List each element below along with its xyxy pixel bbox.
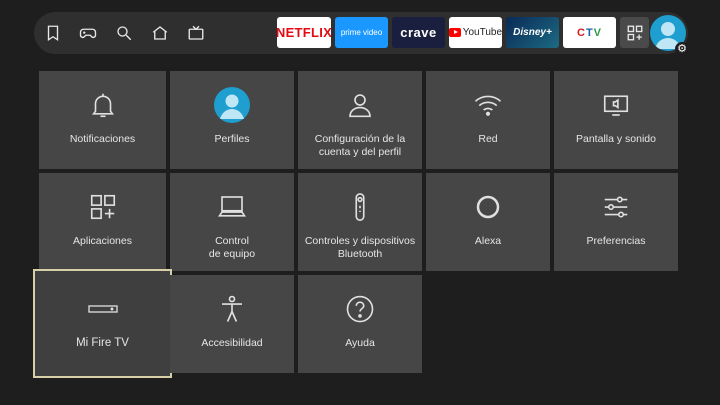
bell-icon xyxy=(39,89,166,121)
tile-notificaciones[interactable]: Notificaciones xyxy=(39,71,166,169)
remote-icon xyxy=(298,191,422,223)
accessibility-icon xyxy=(170,293,294,325)
top-navigation-bar: NETFLIX prime video crave YouTube Disney… xyxy=(34,12,689,56)
wifi-icon xyxy=(426,89,550,121)
tile-label: Pantalla y sonido xyxy=(576,133,656,145)
netflix-app-tile[interactable]: NETFLIX xyxy=(277,17,331,48)
person-icon xyxy=(298,89,422,121)
tile-label: Perfiles xyxy=(214,133,250,145)
tile-pantalla-sonido[interactable]: Pantalla y sonido xyxy=(554,71,678,169)
tile-label: Mi Fire TV xyxy=(76,337,129,349)
ctv-letter-t: T xyxy=(585,26,594,39)
crave-label: crave xyxy=(400,25,437,40)
tile-label: Aplicaciones xyxy=(73,235,132,247)
ctv-letter-c: C xyxy=(576,26,586,39)
tile-label: Control de equipo xyxy=(208,235,256,260)
netflix-label: NETFLIX xyxy=(277,25,331,40)
youtube-play-icon xyxy=(449,28,461,37)
tile-red[interactable]: Red xyxy=(426,71,550,169)
prime-video-app-tile[interactable]: prime video xyxy=(335,17,388,48)
youtube-app-tile[interactable]: YouTube xyxy=(449,17,502,48)
tile-aplicaciones[interactable]: Aplicaciones xyxy=(39,173,166,271)
ctv-letter-v: V xyxy=(593,26,603,39)
profile-icon xyxy=(170,87,294,123)
live-tv-icon[interactable] xyxy=(185,22,207,44)
tile-label: Red xyxy=(478,133,498,145)
tile-label: Ayuda xyxy=(345,337,375,349)
tile-preferencias[interactable]: Preferencias xyxy=(554,173,678,271)
alexa-icon xyxy=(426,191,550,223)
tile-label: Alexa xyxy=(474,235,502,247)
help-icon xyxy=(298,293,422,325)
prime-video-label: prime video xyxy=(340,28,383,37)
apps-grid-icon[interactable] xyxy=(620,17,649,48)
tile-label: Notificaciones xyxy=(69,133,136,145)
tile-label: Accesibilidad xyxy=(201,337,263,349)
tile-accesibilidad[interactable]: Accesibilidad xyxy=(170,275,294,373)
apps-icon xyxy=(39,191,166,223)
tile-alexa[interactable]: Alexa xyxy=(426,173,550,271)
fire-tv-device-icon xyxy=(35,293,170,325)
tile-perfiles[interactable]: Perfiles xyxy=(170,71,294,169)
tile-configuracion-cuenta[interactable]: Configuración de la cuenta y del perfil xyxy=(298,71,422,169)
crave-app-tile[interactable]: crave xyxy=(392,17,445,48)
display-sound-icon xyxy=(554,89,678,121)
tile-label: Configuración de la cuenta y del perfil xyxy=(314,133,406,158)
tile-control-equipo[interactable]: Control de equipo xyxy=(170,173,294,271)
settings-gear-icon: ⚙ xyxy=(675,42,689,56)
tile-mi-fire-tv[interactable]: Mi Fire TV xyxy=(33,269,172,378)
bookmark-icon[interactable] xyxy=(42,22,64,44)
tile-controles-bluetooth[interactable]: Controles y dispositivos Bluetooth xyxy=(298,173,422,271)
gamepad-icon[interactable] xyxy=(77,22,99,44)
youtube-label: YouTube xyxy=(462,27,502,38)
laptop-icon xyxy=(170,191,294,223)
ctv-app-tile[interactable]: CTV xyxy=(563,17,616,48)
home-icon[interactable] xyxy=(149,22,171,44)
tile-label: Controles y dispositivos Bluetooth xyxy=(304,235,416,260)
disney-plus-app-tile[interactable]: Disney+ xyxy=(506,17,559,48)
tile-label: Preferencias xyxy=(586,235,646,247)
search-icon[interactable] xyxy=(113,22,135,44)
tile-ayuda[interactable]: Ayuda xyxy=(298,275,422,373)
sliders-icon xyxy=(554,191,678,223)
disney-plus-label: Disney+ xyxy=(513,27,552,38)
